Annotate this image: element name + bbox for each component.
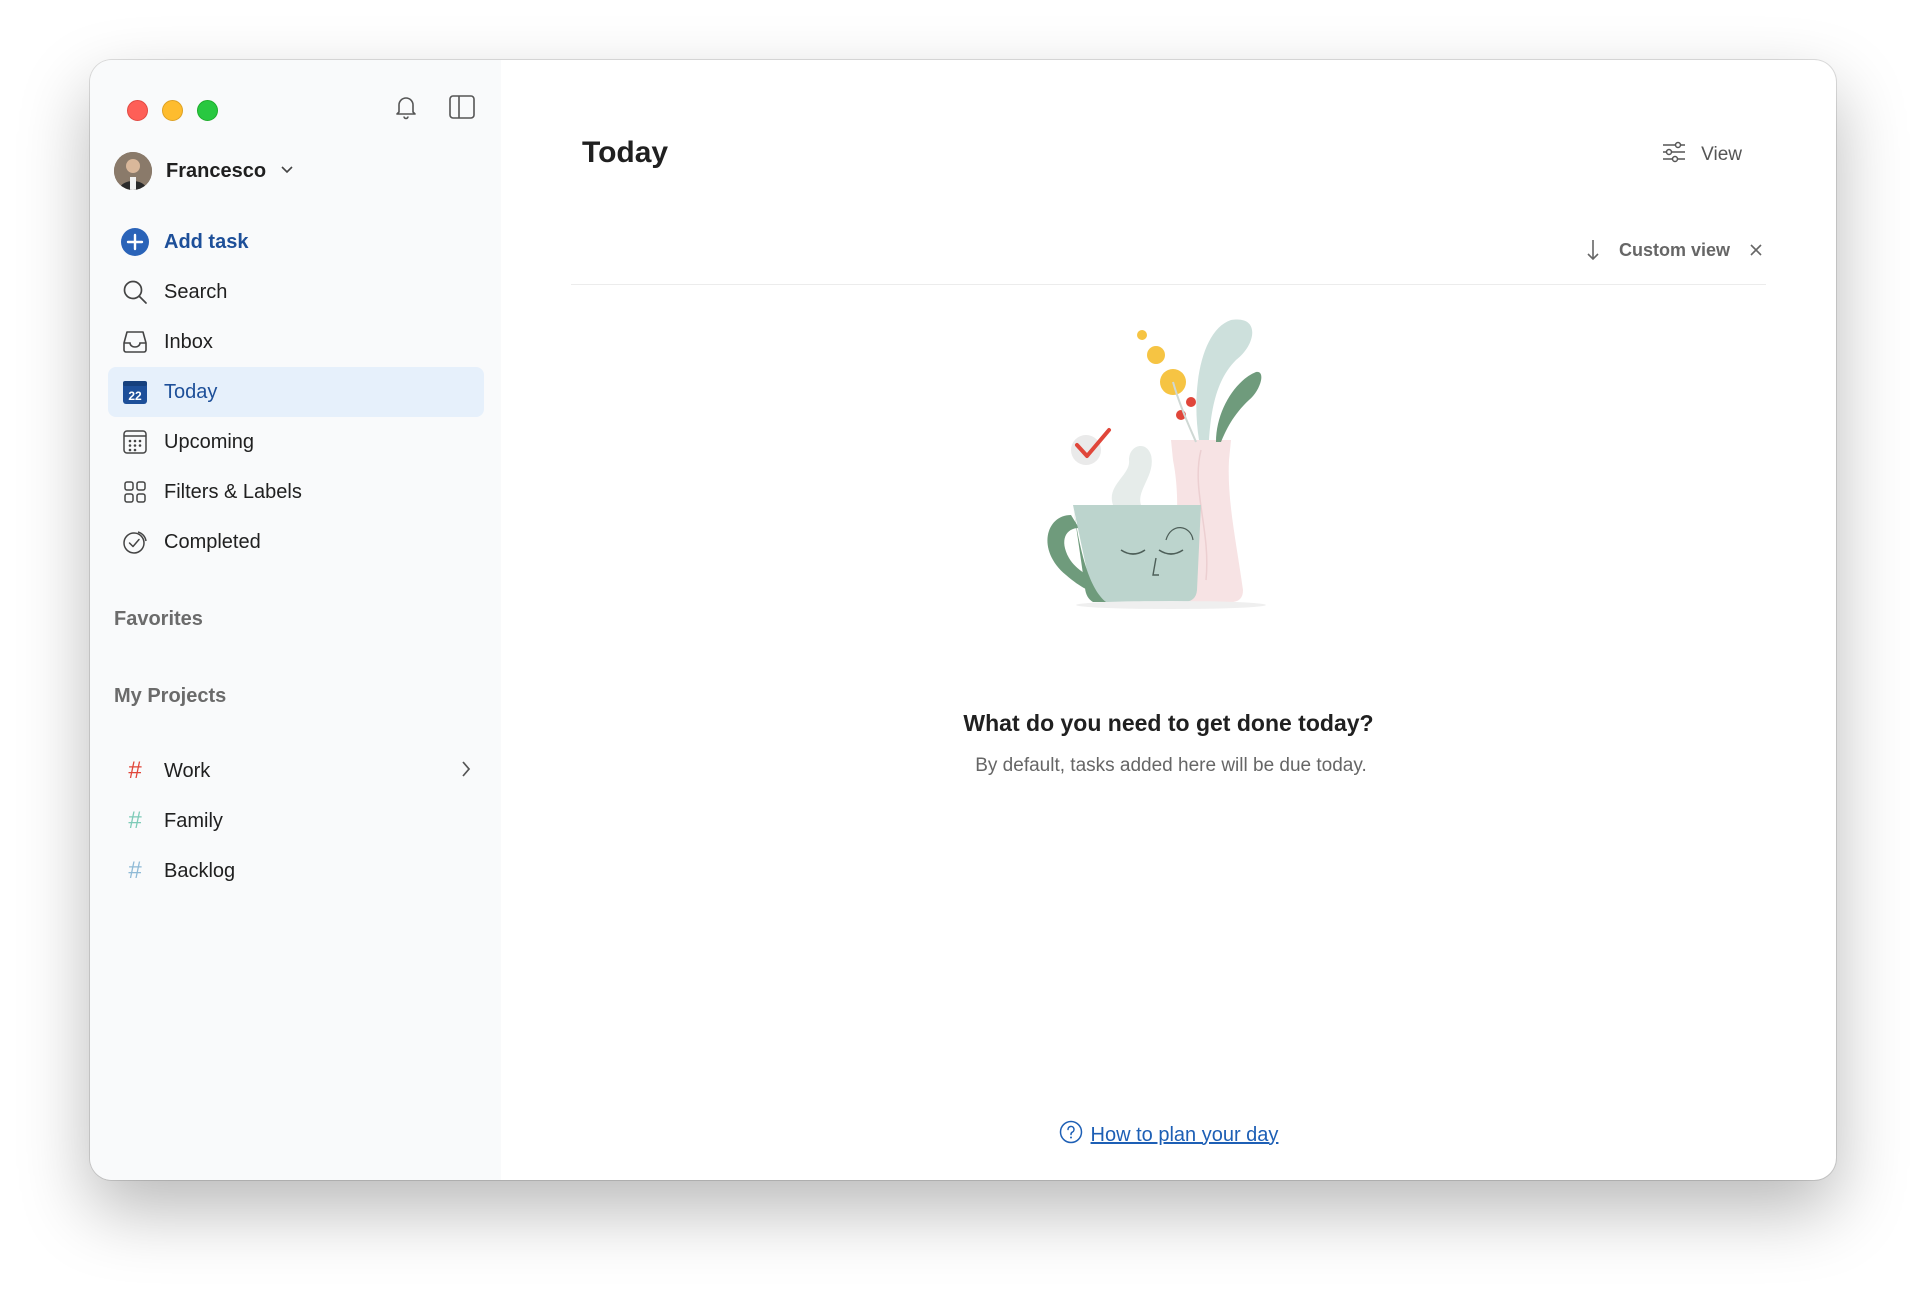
project-label: Work bbox=[164, 759, 211, 782]
sidebar-item-inbox[interactable]: Inbox bbox=[108, 317, 484, 367]
sidebar-item-label: Today bbox=[164, 380, 218, 403]
toggle-sidebar-icon[interactable] bbox=[447, 92, 477, 122]
check-circle-icon bbox=[120, 527, 150, 557]
sidebar-item-upcoming[interactable]: Upcoming bbox=[108, 417, 484, 467]
favorites-section-title[interactable]: Favorites bbox=[114, 608, 203, 631]
custom-view-bar: Custom view bbox=[1585, 238, 1764, 262]
hash-icon: # bbox=[128, 807, 142, 834]
sidebar-item-label: Filters & Labels bbox=[164, 480, 302, 503]
help-link-row: How to plan your day bbox=[501, 1120, 1836, 1150]
sidebar-item-today[interactable]: 22 Today bbox=[108, 367, 484, 417]
calendar-today-icon: 22 bbox=[120, 377, 150, 407]
sidebar: Francesco Add task Search Inbox 22 Today… bbox=[90, 60, 501, 1180]
sidebar-top-icons bbox=[391, 92, 477, 122]
app-window: Francesco Add task Search Inbox 22 Today… bbox=[90, 60, 1836, 1180]
zoom-window-button[interactable] bbox=[197, 100, 218, 121]
notifications-bell-icon[interactable] bbox=[391, 92, 421, 122]
close-icon[interactable] bbox=[1748, 242, 1764, 258]
window-controls bbox=[127, 100, 218, 121]
project-list: # Work # Family # Backlog bbox=[108, 746, 484, 896]
sort-arrow-down-icon[interactable] bbox=[1585, 238, 1601, 262]
project-label: Backlog bbox=[164, 859, 236, 882]
question-circle-icon bbox=[1059, 1120, 1083, 1150]
how-to-plan-link[interactable]: How to plan your day bbox=[1091, 1124, 1279, 1147]
grid-icon bbox=[120, 477, 150, 507]
divider bbox=[571, 284, 1766, 285]
empty-state-subtitle: By default, tasks added here will be due… bbox=[975, 755, 1367, 776]
plus-circle-icon bbox=[120, 227, 150, 257]
add-task-button[interactable]: Add task bbox=[108, 217, 484, 267]
calendar-grid-icon bbox=[120, 427, 150, 457]
custom-view-label[interactable]: Custom view bbox=[1619, 240, 1730, 261]
today-badge: 22 bbox=[128, 389, 142, 403]
sidebar-nav: Add task Search Inbox 22 Today Upcoming … bbox=[108, 217, 484, 567]
empty-state-title: What do you need to get done today? bbox=[963, 710, 1374, 736]
project-label: Family bbox=[164, 809, 223, 832]
sidebar-item-label: Inbox bbox=[164, 330, 213, 353]
empty-state-illustration bbox=[1021, 300, 1321, 620]
projects-section-title[interactable]: My Projects bbox=[114, 685, 226, 708]
inbox-icon bbox=[120, 327, 150, 357]
search-icon bbox=[120, 277, 150, 307]
sidebar-item-search[interactable]: Search bbox=[108, 267, 484, 317]
project-item-work[interactable]: # Work bbox=[108, 746, 484, 796]
sidebar-item-label: Completed bbox=[164, 530, 261, 553]
hash-icon: # bbox=[128, 857, 142, 884]
main-content: Today View Custom view What do you need … bbox=[501, 60, 1836, 1180]
close-window-button[interactable] bbox=[127, 100, 148, 121]
view-label: View bbox=[1701, 144, 1742, 165]
sidebar-item-filters-labels[interactable]: Filters & Labels bbox=[108, 467, 484, 517]
page-title: Today bbox=[582, 136, 669, 169]
project-item-backlog[interactable]: # Backlog bbox=[108, 846, 484, 896]
user-menu[interactable]: Francesco bbox=[114, 152, 294, 190]
chevron-right-icon[interactable] bbox=[460, 759, 472, 785]
avatar bbox=[114, 152, 152, 190]
project-item-family[interactable]: # Family bbox=[108, 796, 484, 846]
minimize-window-button[interactable] bbox=[162, 100, 183, 121]
hash-icon: # bbox=[128, 757, 142, 784]
sidebar-item-completed[interactable]: Completed bbox=[108, 517, 484, 567]
add-task-label: Add task bbox=[164, 230, 249, 253]
chevron-down-icon bbox=[280, 162, 294, 180]
sidebar-item-label: Upcoming bbox=[164, 430, 255, 453]
sidebar-item-label: Search bbox=[164, 280, 228, 303]
user-name: Francesco bbox=[166, 159, 267, 182]
sliders-icon bbox=[1661, 140, 1687, 170]
view-button[interactable]: View bbox=[1661, 140, 1742, 170]
